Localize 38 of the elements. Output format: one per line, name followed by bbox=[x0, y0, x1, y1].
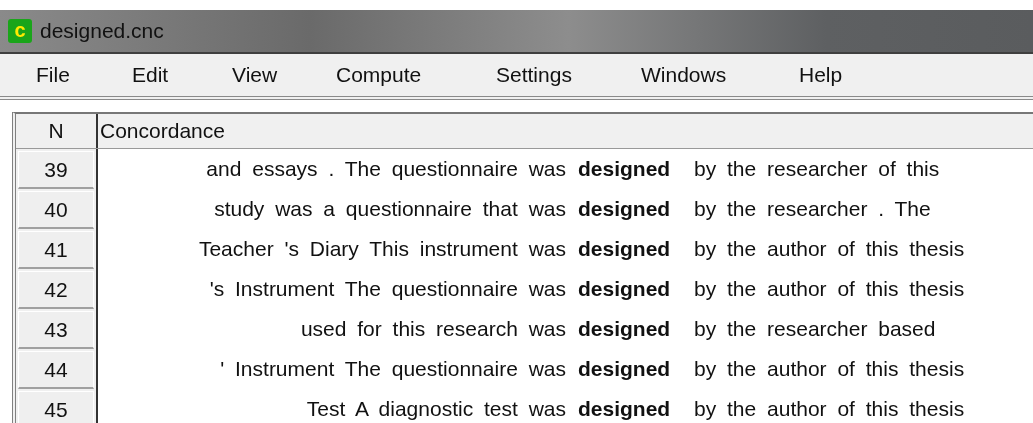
right-context: by the author of this thesis bbox=[694, 397, 965, 421]
keyword: designed bbox=[578, 197, 672, 221]
keyword: designed bbox=[578, 357, 672, 381]
left-context: Test A diagnostic test was bbox=[305, 397, 566, 421]
keyword: designed bbox=[578, 397, 672, 421]
left-context: ' Instrument The questionnaire was bbox=[219, 357, 566, 381]
row-number: 40 bbox=[18, 191, 94, 229]
app-icon: c bbox=[8, 19, 32, 43]
left-context: study was a questionnaire that was bbox=[213, 197, 566, 221]
row-number: 43 bbox=[18, 311, 94, 349]
right-context: by the author of this thesis bbox=[694, 237, 965, 261]
left-context: 's Instrument The questionnaire was bbox=[208, 277, 566, 301]
right-context: by the researcher based bbox=[694, 317, 936, 341]
right-context: by the researcher of this bbox=[694, 157, 940, 181]
keyword: designed bbox=[578, 157, 672, 181]
menu-item[interactable]: Compute bbox=[336, 63, 496, 87]
left-context: Teacher 's Diary This instrument was bbox=[197, 237, 566, 261]
left-context: used for this research was bbox=[299, 317, 566, 341]
right-context: by the author of this thesis bbox=[694, 277, 965, 301]
row-number: 39 bbox=[18, 151, 94, 189]
menu-item[interactable]: File bbox=[36, 63, 132, 87]
row-number: 42 bbox=[18, 271, 94, 309]
keyword: designed bbox=[578, 277, 672, 301]
right-context: by the author of this thesis bbox=[694, 357, 965, 381]
row-number: 41 bbox=[18, 231, 94, 269]
menu-item[interactable]: Edit bbox=[132, 63, 232, 87]
column-header[interactable]: N bbox=[16, 119, 96, 143]
row-number: 45 bbox=[18, 391, 94, 423]
left-context: and essays . The questionnaire was bbox=[205, 157, 566, 181]
row-number: 44 bbox=[18, 351, 94, 389]
menu-item[interactable]: Settings bbox=[496, 63, 641, 87]
window-title: designed.cnc bbox=[40, 19, 164, 43]
right-context: by the researcher . The bbox=[694, 197, 931, 221]
menu-item[interactable]: View bbox=[232, 63, 336, 87]
keyword: designed bbox=[578, 317, 672, 341]
menu-item[interactable]: Help bbox=[799, 63, 879, 87]
menu-item[interactable]: Windows bbox=[641, 63, 799, 87]
keyword: designed bbox=[578, 237, 672, 261]
